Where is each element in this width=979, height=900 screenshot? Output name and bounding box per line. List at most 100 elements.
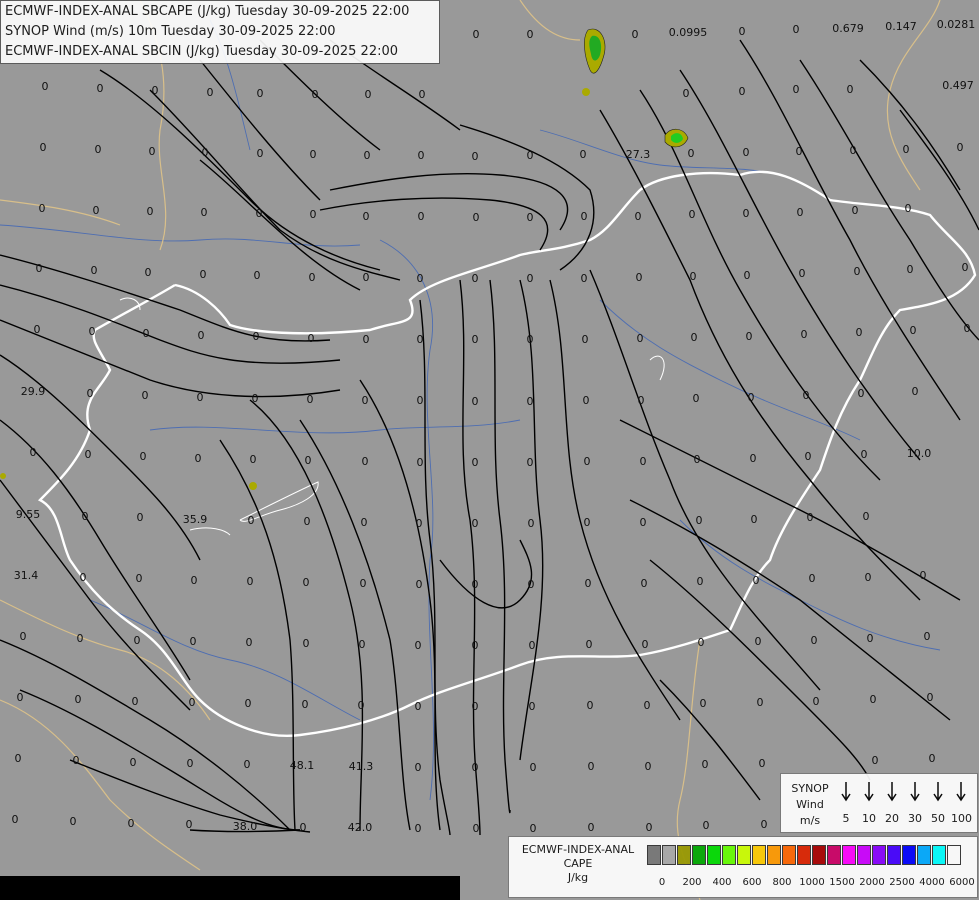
cape-value-label: 0: [77, 632, 84, 645]
cape-value-label: 0: [850, 144, 857, 157]
cape-value-label: 0: [638, 394, 645, 407]
cape-value-label: 0: [417, 456, 424, 469]
cape-value-label: 0: [700, 697, 707, 710]
cape-value-label: 0: [473, 822, 480, 835]
cape-value-label: 38.0: [233, 820, 258, 833]
cape-value-label: 0: [757, 696, 764, 709]
cape-value-label: 0: [472, 761, 479, 774]
cape-value-label: 0: [796, 145, 803, 158]
cape-color-swatch: [737, 845, 751, 865]
cape-value-label: 0.0995: [669, 26, 708, 39]
cape-value-label: 0: [807, 511, 814, 524]
cape-value-label: 0: [307, 393, 314, 406]
cape-value-label: 0: [847, 83, 854, 96]
cape-value-label: 0: [89, 325, 96, 338]
cape-value-label: 0: [190, 635, 197, 648]
cape-value-label: 0: [39, 202, 46, 215]
cape-value-label: 0: [962, 261, 969, 274]
title-panel: ECMWF-INDEX-ANAL SBCAPE (J/kg) Tuesday 3…: [0, 0, 440, 64]
cape-value-label: 0: [755, 635, 762, 648]
cape-value-label: 0: [861, 448, 868, 461]
cape-value-label: 0: [743, 207, 750, 220]
cape-value-label: 0: [95, 143, 102, 156]
cape-value-label: 0: [803, 389, 810, 402]
cape-value-label: 0: [197, 391, 204, 404]
cape-legend-unit: J/kg: [567, 871, 589, 884]
cape-value-label: 0: [142, 389, 149, 402]
cape-value-label: 0: [195, 452, 202, 465]
cape-value-label: 0: [34, 323, 41, 336]
cape-color-swatch: [947, 845, 961, 865]
cape-color-swatch: [767, 845, 781, 865]
cape-value-label: 0: [588, 821, 595, 834]
cape-value-label: 0: [93, 204, 100, 217]
cape-value-label: 0: [863, 510, 870, 523]
cape-color-swatch: [782, 845, 796, 865]
cape-value-label: 0: [308, 332, 315, 345]
cape-value-label: 0: [244, 758, 251, 771]
cape-value-label: 0: [310, 208, 317, 221]
cape-value-label: 0: [907, 263, 914, 276]
cape-value-label: 0: [417, 272, 424, 285]
cape-value-label: 0: [644, 699, 651, 712]
cape-value-label: 0: [530, 761, 537, 774]
cape-value-label: 0: [905, 202, 912, 215]
cape-value-label: 0: [688, 147, 695, 160]
cape-value-label: 0: [703, 819, 710, 832]
cape-value-label: 0: [920, 569, 927, 582]
cape-color-swatch: [887, 845, 901, 865]
cape-value-label: 0: [743, 146, 750, 159]
synop-legend-subtitle: Wind: [796, 798, 824, 811]
cape-color-swatch: [692, 845, 706, 865]
cape-value-label: 0: [584, 455, 591, 468]
cape-value-label: 0: [865, 571, 872, 584]
synop-wind-legend: SYNOP Wind m/s 5 10 20 30 50 100: [780, 773, 978, 833]
cape-value-label: 0: [82, 510, 89, 523]
cape-value-label: 0: [642, 638, 649, 651]
cape-value-label: 0: [582, 333, 589, 346]
cape-color-swatch: [827, 845, 841, 865]
cape-legend-title: ECMWF-INDEX-ANAL CAPE J/kg: [513, 843, 643, 885]
cape-value-label: 0: [581, 210, 588, 223]
cape-value-label: 0: [363, 210, 370, 223]
wind-arrow-icons: [841, 782, 966, 802]
cape-value-label: 0: [739, 25, 746, 38]
cape-value-label: 0: [75, 693, 82, 706]
cape-value-label: 0: [17, 691, 24, 704]
cape-value-label: 0: [189, 696, 196, 709]
cape-tick-label: 4000: [919, 877, 945, 888]
cape-value-label: 0: [416, 578, 423, 591]
cape-value-label: 0: [924, 630, 931, 643]
cape-value-label: 0: [811, 634, 818, 647]
cape-tick-label: 1500: [829, 877, 855, 888]
cape-value-label: 0.0281: [937, 18, 976, 31]
cape-value-label: 0: [748, 391, 755, 404]
cape-color-swatch: [842, 845, 856, 865]
cape-value-label: 0: [739, 85, 746, 98]
cape-value-label: 0: [527, 333, 534, 346]
wind-speed-label: 20: [885, 812, 899, 825]
cape-value-label: 0: [581, 272, 588, 285]
cape-value-label: 0: [583, 394, 590, 407]
cape-value-label: 0: [472, 456, 479, 469]
cape-value-label: 0: [137, 511, 144, 524]
cape-value-label: 0: [903, 143, 910, 156]
cape-value-label: 0: [472, 272, 479, 285]
cape-value-label: 0: [753, 574, 760, 587]
cape-value-label: 0.679: [832, 22, 864, 35]
cape-value-label: 0: [80, 571, 87, 584]
cape-value-label: 0: [362, 394, 369, 407]
cape-colorbar-legend: ECMWF-INDEX-ANAL CAPE J/kg 0 200 400 600 800…: [508, 836, 978, 898]
cape-value-label: 0: [256, 207, 263, 220]
cape-value-label: 0: [359, 638, 366, 651]
cape-value-label: 0: [310, 148, 317, 161]
cape-value-label: 0: [472, 517, 479, 530]
weather-map: 0 0 0 0 0 0 0 0 0 0 0 0.0995 0 0 0.679 0.147 0.0281 0 0 0 0 0…: [0, 0, 979, 900]
cape-value-label: 0: [40, 141, 47, 154]
cape-color-swatch: [722, 845, 736, 865]
cape-value-label: 0: [527, 28, 534, 41]
cape-value-label: 27.3: [626, 148, 651, 161]
cape-value-label: 0: [867, 632, 874, 645]
cape-value-label: 0: [36, 262, 43, 275]
cape-value-label: 0: [42, 80, 49, 93]
